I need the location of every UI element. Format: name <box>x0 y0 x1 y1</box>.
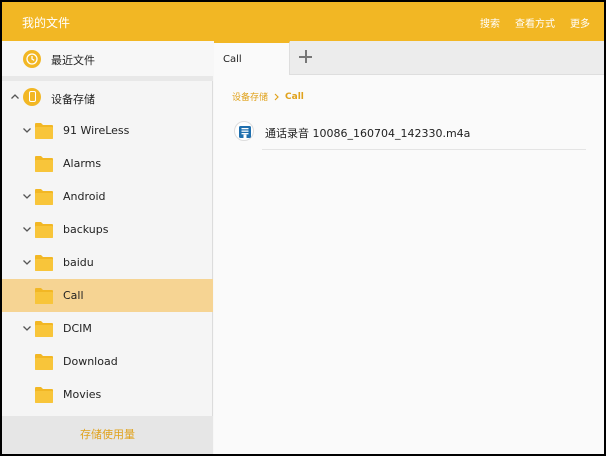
more-action[interactable]: 更多 <box>570 15 590 30</box>
folder-label: backups <box>63 223 109 236</box>
folder-icon <box>35 222 53 238</box>
search-action[interactable]: 搜索 <box>480 15 500 30</box>
sidebar-folder-baidu[interactable]: baidu <box>2 246 213 279</box>
breadcrumb-root[interactable]: 设备存储 <box>232 90 268 103</box>
sidebar-folder-91-wireless[interactable]: 91 WireLess <box>2 114 213 147</box>
folder-label: Download <box>63 355 118 368</box>
audio-file-icon <box>234 121 254 141</box>
folder-icon <box>35 255 53 271</box>
sidebar-folder-movies[interactable]: Movies <box>2 378 213 411</box>
file-list-item[interactable]: 通话录音 10086_160704_142330.m4a <box>234 119 586 150</box>
folder-icon <box>35 156 53 172</box>
tab-call[interactable]: Call <box>214 41 290 75</box>
file-divider <box>262 149 586 150</box>
storage-usage-button[interactable]: 存储使用量 <box>2 416 213 454</box>
chevron-down-icon[interactable] <box>22 191 32 201</box>
device-storage-item[interactable]: 设备存储 <box>2 81 213 114</box>
folder-icon <box>35 354 53 370</box>
folder-label: DCIM <box>63 322 92 335</box>
chevron-down-icon[interactable] <box>22 125 32 135</box>
sidebar-folder-alarms[interactable]: Alarms <box>2 147 213 180</box>
folder-icon <box>35 288 53 304</box>
sidebar-folder-dcim[interactable]: DCIM <box>2 312 213 345</box>
breadcrumb-current: Call <box>285 91 304 102</box>
app-bar: 我的文件 搜索 查看方式 更多 <box>2 2 604 41</box>
folder-label: Movies <box>63 388 102 401</box>
file-name: 通话录音 10086_160704_142330.m4a <box>265 127 471 140</box>
phone-icon <box>23 88 41 106</box>
folder-icon <box>35 123 53 139</box>
breadcrumb: 设备存储 Call <box>232 90 304 104</box>
folder-label: Android <box>63 190 106 203</box>
recent-files-item[interactable]: 最近文件 <box>2 41 213 76</box>
chevron-right-icon <box>274 93 279 100</box>
sidebar-folder-backups[interactable]: backups <box>2 213 213 246</box>
folder-label: Alarms <box>63 157 102 170</box>
device-storage-label: 设备存储 <box>51 93 95 106</box>
folder-label: Call <box>63 289 84 302</box>
clock-icon <box>23 50 41 68</box>
sidebar-folder-call[interactable]: Call <box>2 279 213 312</box>
folder-icon <box>35 387 53 403</box>
folder-label: baidu <box>63 256 94 269</box>
folder-label: 91 WireLess <box>63 124 130 137</box>
tab-bar: Call <box>214 41 604 75</box>
chevron-down-icon[interactable] <box>22 224 32 234</box>
folder-icon <box>35 321 53 337</box>
chevron-down-icon[interactable] <box>22 257 32 267</box>
add-tab-icon[interactable] <box>298 49 314 65</box>
tab-label: Call <box>223 54 242 65</box>
main-panel: Call 设备存储 Call 通话录音 10086_160704_142330.… <box>214 41 604 454</box>
chevron-up-icon[interactable] <box>10 92 20 102</box>
sidebar-folder-android[interactable]: Android <box>2 180 213 213</box>
app-bar-actions: 搜索 查看方式 更多 <box>480 15 590 30</box>
view-mode-action[interactable]: 查看方式 <box>515 15 555 30</box>
chevron-down-icon[interactable] <box>22 323 32 333</box>
app-title: 我的文件 <box>22 16 71 30</box>
sidebar-folder-download[interactable]: Download <box>2 345 213 378</box>
recent-files-label: 最近文件 <box>51 54 95 67</box>
sidebar: 最近文件 设备存储 91 WireLess Alarms Android bac… <box>2 41 213 454</box>
file-manager-window: 我的文件 搜索 查看方式 更多 最近文件 设备存储 91 WireLess Al <box>2 2 604 454</box>
folder-icon <box>35 189 53 205</box>
